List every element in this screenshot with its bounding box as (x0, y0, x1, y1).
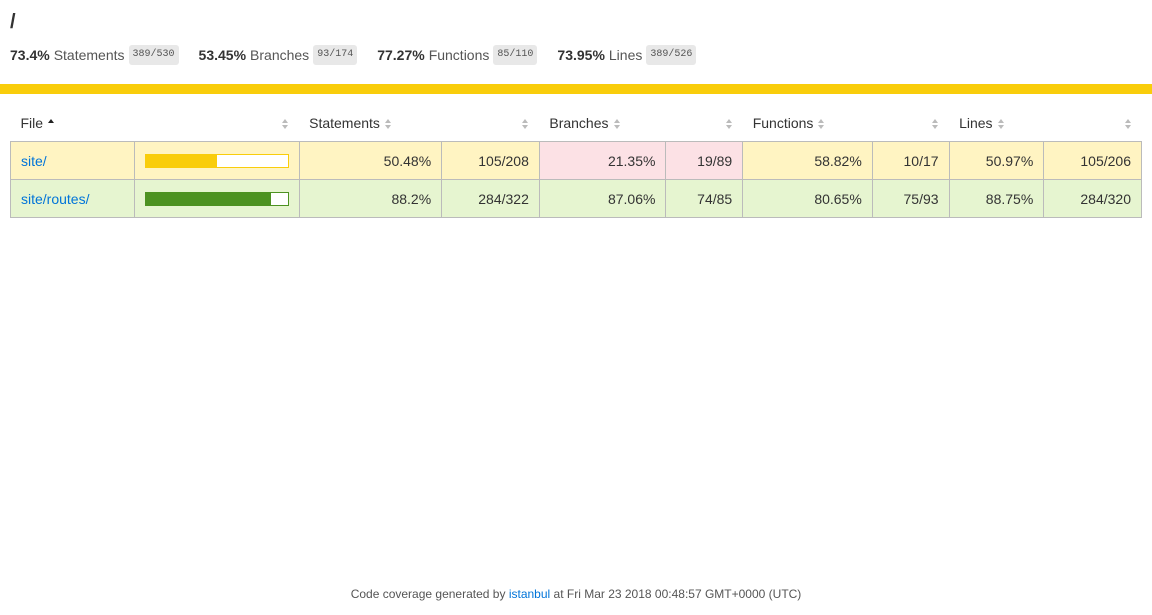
sort-icon (613, 118, 621, 129)
table-row: site/routes/ 88.2% 284/322 87.06% 74/85 … (10, 179, 1142, 218)
header-label: Functions (752, 114, 814, 131)
page-wrapper: / 73.4% Statements 389/530 53.45% Branch… (0, 0, 1152, 67)
lines-pct: 50.97% (948, 141, 1045, 180)
istanbul-link[interactable]: istanbul (509, 587, 550, 601)
sort-icon (282, 118, 289, 129)
sort-icon (932, 118, 939, 129)
sort-icon (384, 118, 392, 129)
sort-icon (818, 118, 825, 129)
functions-frac: 75/93 (871, 179, 950, 218)
coverage-bar (144, 191, 289, 206)
header-label: File (20, 114, 44, 131)
coverage-bar-fill (145, 154, 218, 167)
summary-label: Functions (428, 47, 490, 63)
statements-frac: 105/208 (441, 141, 540, 180)
file-link[interactable]: site/ (21, 153, 47, 169)
coverage-bar-fill (145, 192, 271, 205)
coverage-summary: 73.4% Statements 389/530 53.45% Branches… (10, 43, 1142, 67)
header-branches[interactable]: Branches (539, 104, 666, 142)
summary-label: Statements (53, 47, 125, 63)
sort-icon (997, 118, 1005, 129)
footer: Code coverage generated by istanbul at F… (0, 587, 1152, 601)
summary-pct: 77.27% (377, 47, 425, 63)
lines-frac: 105/206 (1043, 141, 1142, 180)
lines-pct: 88.75% (948, 179, 1045, 218)
header-label: Statements (309, 114, 380, 131)
header-lines[interactable]: Lines (949, 104, 1044, 142)
summary-label: Lines (608, 47, 643, 63)
branches-frac: 19/89 (665, 141, 744, 180)
summary-fraction: 85/110 (493, 45, 538, 65)
branches-pct: 21.35% (538, 141, 667, 180)
lines-frac: 284/320 (1043, 179, 1142, 218)
summary-pct: 73.4% (10, 47, 50, 63)
summary-lines: 73.95% Lines 389/526 (557, 45, 697, 65)
summary-fraction: 389/530 (128, 45, 179, 65)
functions-pct: 80.65% (742, 179, 873, 218)
header-functions[interactable]: Functions (743, 104, 873, 142)
footer-suffix: at Fri Mar 23 2018 00:48:57 GMT+0000 (UT… (553, 587, 802, 601)
footer-prefix: Code coverage generated by (350, 587, 506, 601)
file-cell: site/routes/ (10, 179, 135, 218)
functions-pct: 58.82% (742, 141, 873, 180)
summary-functions: 77.27% Functions 85/110 (377, 45, 538, 65)
coverage-table: File Statements Branches Functions Lines… (10, 104, 1142, 218)
sort-icon (522, 118, 529, 129)
coverage-bar (144, 153, 289, 168)
header-branches-raw[interactable] (666, 104, 743, 142)
summary-pct: 73.95% (557, 47, 605, 63)
summary-fraction: 389/526 (646, 45, 697, 65)
summary-branches: 53.45% Branches 93/174 (199, 45, 358, 65)
header-label: Branches (549, 114, 609, 131)
branches-pct: 87.06% (538, 179, 667, 218)
status-line (0, 84, 1152, 94)
statements-frac: 284/322 (441, 179, 540, 218)
table-header-row: File Statements Branches Functions Lines (11, 104, 1142, 142)
branches-frac: 74/85 (665, 179, 744, 218)
functions-frac: 10/17 (871, 141, 950, 180)
statements-pct: 50.48% (298, 141, 443, 180)
summary-label: Branches (250, 47, 310, 63)
header-functions-raw[interactable] (872, 104, 949, 142)
sort-icon (725, 118, 733, 129)
header-statements[interactable]: Statements (299, 104, 442, 142)
header-statements-raw[interactable] (442, 104, 540, 142)
coverage-bar-cell (133, 179, 300, 218)
header-file-bar[interactable] (134, 104, 299, 142)
statements-pct: 88.2% (298, 179, 443, 218)
coverage-bar-cell (133, 141, 300, 180)
file-cell: site/ (10, 141, 135, 180)
header-file[interactable]: File (11, 104, 135, 142)
summary-pct: 53.45% (198, 47, 247, 63)
sort-icon (1124, 118, 1132, 129)
header-lines-raw[interactable] (1044, 104, 1142, 142)
sort-asc-icon (48, 118, 55, 129)
summary-fraction: 93/174 (313, 45, 358, 65)
page-title: / (10, 11, 16, 33)
file-link[interactable]: site/routes/ (21, 191, 89, 207)
summary-statements: 73.4% Statements 389/530 (10, 45, 179, 65)
table-row: site/ 50.48% 105/208 21.35% 19/89 58.82%… (10, 141, 1142, 180)
header-label: Lines (959, 114, 993, 131)
